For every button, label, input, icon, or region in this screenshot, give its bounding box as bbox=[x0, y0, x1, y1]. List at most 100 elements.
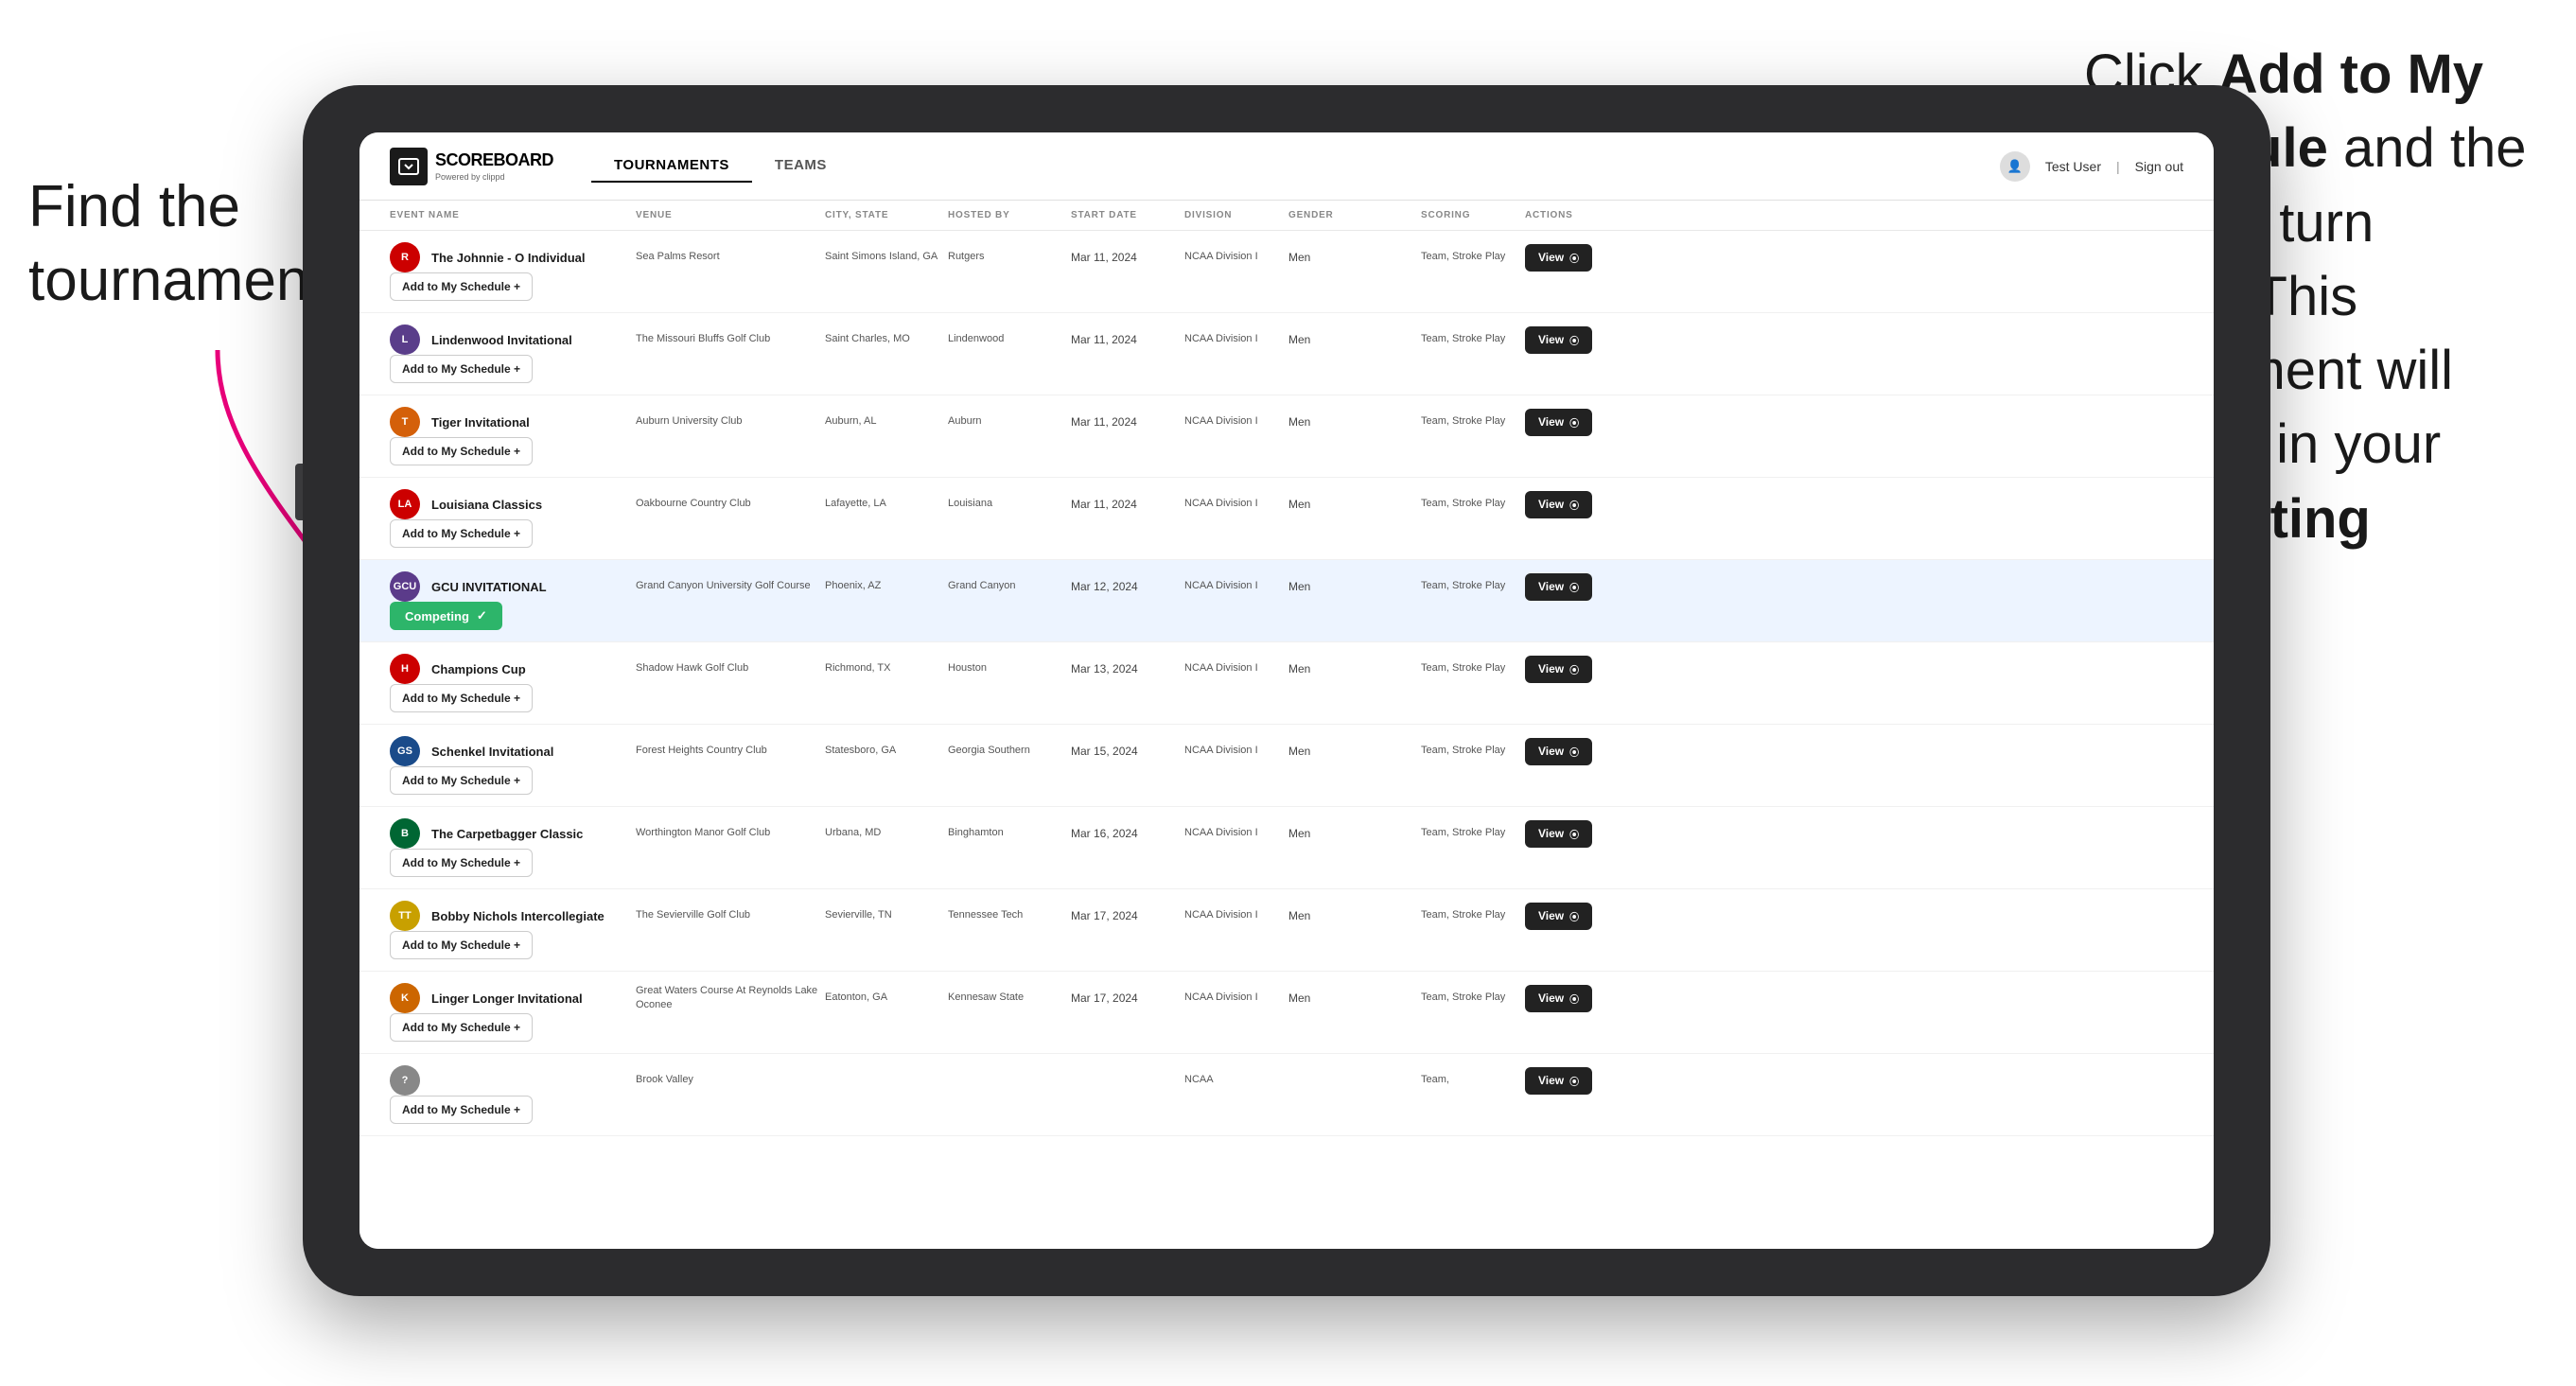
start-date-cell: Mar 11, 2024 bbox=[1071, 414, 1184, 430]
competing-cell: Add to My Schedule + bbox=[390, 519, 636, 548]
competing-cell: Competing ✓ bbox=[390, 602, 636, 630]
hosted-by-cell: Lindenwood bbox=[948, 332, 1071, 346]
division-cell: NCAA Division I bbox=[1184, 826, 1288, 840]
view-button[interactable]: View ⦿ bbox=[1525, 491, 1592, 518]
tab-teams[interactable]: TEAMS bbox=[752, 149, 850, 183]
play-icon: ⦿ bbox=[1569, 827, 1579, 841]
start-date-cell: Mar 17, 2024 bbox=[1071, 991, 1184, 1007]
view-button[interactable]: View ⦿ bbox=[1525, 738, 1592, 765]
play-icon: ⦿ bbox=[1569, 991, 1579, 1006]
gender-cell: Men bbox=[1288, 744, 1421, 760]
add-to-schedule-button[interactable]: Add to My Schedule + bbox=[390, 519, 533, 548]
add-schedule-label: Add to My Schedule + bbox=[402, 362, 520, 376]
event-name-text: Tiger Invitational bbox=[431, 415, 530, 430]
division-cell: NCAA Division I bbox=[1184, 661, 1288, 675]
gender-cell: Men bbox=[1288, 332, 1421, 348]
city-state-cell: Saint Simons Island, GA bbox=[825, 250, 948, 264]
venue-cell: Sea Palms Resort bbox=[636, 250, 825, 264]
separator: | bbox=[2116, 159, 2120, 174]
logo-text-group: SCOREBOARD Powered by clippd bbox=[435, 150, 553, 182]
actions-cell: View ⦿ bbox=[1525, 1067, 1638, 1095]
view-label: View bbox=[1538, 415, 1564, 429]
venue-cell: The Missouri Bluffs Golf Club bbox=[636, 332, 825, 346]
add-schedule-label: Add to My Schedule + bbox=[402, 280, 520, 293]
division-cell: NCAA Division I bbox=[1184, 414, 1288, 429]
view-label: View bbox=[1538, 498, 1564, 511]
add-to-schedule-button[interactable]: Add to My Schedule + bbox=[390, 684, 533, 712]
view-button[interactable]: View ⦿ bbox=[1525, 244, 1592, 272]
view-button[interactable]: View ⦿ bbox=[1525, 573, 1592, 601]
table-row: T Tiger Invitational Auburn University C… bbox=[359, 395, 2214, 478]
tablet-frame: SCOREBOARD Powered by clippd TOURNAMENTS… bbox=[303, 85, 2270, 1296]
division-cell: NCAA Division I bbox=[1184, 908, 1288, 922]
view-label: View bbox=[1538, 827, 1564, 840]
view-button[interactable]: View ⦿ bbox=[1525, 409, 1592, 436]
play-icon: ⦿ bbox=[1569, 415, 1579, 430]
add-to-schedule-button[interactable]: Add to My Schedule + bbox=[390, 849, 533, 877]
table-row: GCU GCU INVITATIONAL Grand Canyon Univer… bbox=[359, 560, 2214, 642]
play-icon: ⦿ bbox=[1569, 1074, 1579, 1088]
tab-tournaments[interactable]: TOURNAMENTS bbox=[591, 149, 752, 183]
scoring-cell: Team, Stroke Play bbox=[1421, 414, 1525, 429]
start-date-cell: Mar 12, 2024 bbox=[1071, 579, 1184, 595]
team-logo: K bbox=[390, 983, 420, 1013]
scoring-cell: Team, Stroke Play bbox=[1421, 826, 1525, 840]
city-state-cell: Urbana, MD bbox=[825, 826, 948, 840]
actions-cell: View ⦿ bbox=[1525, 656, 1638, 683]
play-icon: ⦿ bbox=[1569, 251, 1579, 265]
add-to-schedule-button[interactable]: Add to My Schedule + bbox=[390, 1096, 533, 1124]
add-to-schedule-button[interactable]: Add to My Schedule + bbox=[390, 931, 533, 959]
table-container[interactable]: EVENT NAME VENUE CITY, STATE HOSTED BY S… bbox=[359, 201, 2214, 1249]
event-name-cell: TT Bobby Nichols Intercollegiate bbox=[390, 901, 636, 931]
col-scoring: SCORING bbox=[1421, 210, 1525, 220]
event-name-cell: R The Johnnie - O Individual bbox=[390, 242, 636, 272]
competing-button[interactable]: Competing ✓ bbox=[390, 602, 502, 630]
add-to-schedule-button[interactable]: Add to My Schedule + bbox=[390, 766, 533, 795]
venue-cell: Oakbourne Country Club bbox=[636, 497, 825, 511]
team-logo: TT bbox=[390, 901, 420, 931]
division-cell: NCAA Division I bbox=[1184, 497, 1288, 511]
event-name-text: Champions Cup bbox=[431, 662, 526, 676]
play-icon: ⦿ bbox=[1569, 333, 1579, 347]
actions-cell: View ⦿ bbox=[1525, 903, 1638, 930]
view-button[interactable]: View ⦿ bbox=[1525, 903, 1592, 930]
view-button[interactable]: View ⦿ bbox=[1525, 656, 1592, 683]
view-label: View bbox=[1538, 251, 1564, 264]
check-icon: ✓ bbox=[477, 608, 487, 623]
view-button[interactable]: View ⦿ bbox=[1525, 820, 1592, 848]
view-button[interactable]: View ⦿ bbox=[1525, 985, 1592, 1012]
city-state-cell: Saint Charles, MO bbox=[825, 332, 948, 346]
gender-cell: Men bbox=[1288, 579, 1421, 595]
venue-cell: Forest Heights Country Club bbox=[636, 744, 825, 758]
scoring-cell: Team, Stroke Play bbox=[1421, 250, 1525, 264]
play-icon: ⦿ bbox=[1569, 498, 1579, 512]
view-label: View bbox=[1538, 991, 1564, 1005]
add-to-schedule-button[interactable]: Add to My Schedule + bbox=[390, 272, 533, 301]
event-name-cell: GCU GCU INVITATIONAL bbox=[390, 571, 636, 602]
city-state-cell: Eatonton, GA bbox=[825, 991, 948, 1005]
add-to-schedule-button[interactable]: Add to My Schedule + bbox=[390, 437, 533, 465]
event-name-cell: T Tiger Invitational bbox=[390, 407, 636, 437]
event-name-cell: LA Louisiana Classics bbox=[390, 489, 636, 519]
division-cell: NCAA Division I bbox=[1184, 991, 1288, 1005]
actions-cell: View ⦿ bbox=[1525, 244, 1638, 272]
scoring-cell: Team, Stroke Play bbox=[1421, 661, 1525, 675]
start-date-cell: Mar 11, 2024 bbox=[1071, 250, 1184, 266]
view-label: View bbox=[1538, 580, 1564, 593]
division-cell: NCAA Division I bbox=[1184, 579, 1288, 593]
event-name-cell: K Linger Longer Invitational bbox=[390, 983, 636, 1013]
sign-out-link[interactable]: Sign out bbox=[2135, 159, 2183, 174]
division-cell: NCAA bbox=[1184, 1073, 1288, 1087]
view-button[interactable]: View ⦿ bbox=[1525, 1067, 1592, 1095]
add-schedule-label: Add to My Schedule + bbox=[402, 1021, 520, 1034]
add-to-schedule-button[interactable]: Add to My Schedule + bbox=[390, 355, 533, 383]
add-to-schedule-button[interactable]: Add to My Schedule + bbox=[390, 1013, 533, 1042]
view-button[interactable]: View ⦿ bbox=[1525, 326, 1592, 354]
hosted-by-cell: Binghamton bbox=[948, 826, 1071, 840]
hosted-by-cell: Auburn bbox=[948, 414, 1071, 429]
division-cell: NCAA Division I bbox=[1184, 332, 1288, 346]
tablet-screen: SCOREBOARD Powered by clippd TOURNAMENTS… bbox=[359, 132, 2214, 1249]
event-name-cell: L Lindenwood Invitational bbox=[390, 325, 636, 355]
col-city-state: CITY, STATE bbox=[825, 210, 948, 220]
scoring-cell: Team, Stroke Play bbox=[1421, 497, 1525, 511]
